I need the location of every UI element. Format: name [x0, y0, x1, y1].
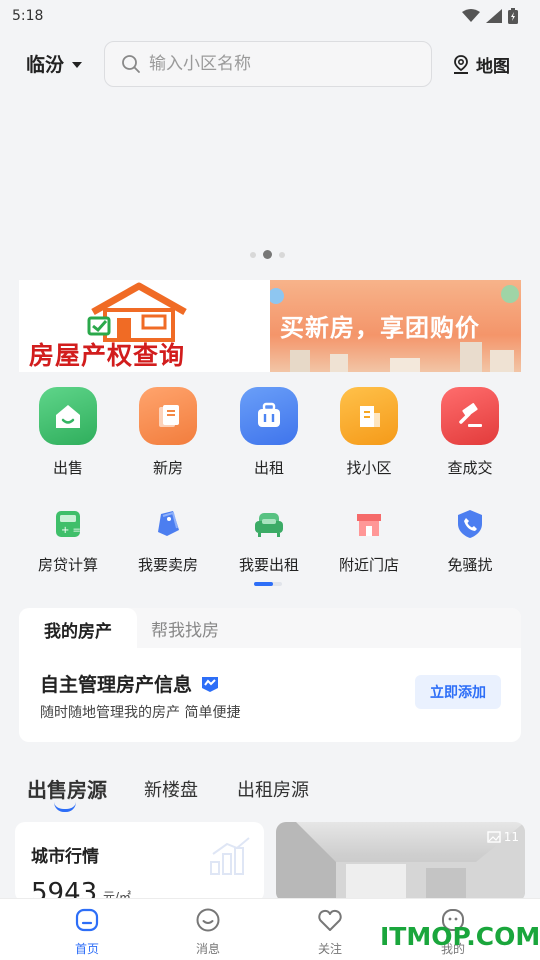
city-label: 临汾: [26, 54, 65, 76]
sofa-icon: [251, 506, 287, 542]
home-icon: [75, 908, 99, 932]
market-title: 城市行情: [31, 847, 99, 867]
house-icon: [39, 387, 97, 445]
listing-tabs: 出售房源 新楼盘 出租房源: [27, 772, 527, 816]
banner-left-title: 房屋产权查询: [29, 341, 186, 370]
action-label: 我要卖房: [137, 556, 198, 574]
nav-label: 消息: [195, 942, 220, 956]
trend-chart-icon: [210, 837, 250, 875]
property-title-row: 自主管理房产信息: [40, 670, 220, 697]
chat-icon: [196, 908, 220, 932]
action-label: 房贷计算: [37, 556, 98, 574]
action-label: 出租: [253, 459, 284, 477]
suitcase-icon: [240, 387, 298, 445]
property-tabs: 我的房产 帮我找房: [19, 608, 521, 650]
action-label: 找小区: [346, 459, 392, 477]
wifi-icon: [462, 9, 480, 22]
carousel-dot: [279, 251, 285, 258]
status-bar: 5:18: [0, 0, 540, 32]
banner-right-title: 买新房，享团购价: [280, 314, 480, 342]
tab-my-property[interactable]: 我的房产: [19, 608, 137, 650]
tab-new-developments[interactable]: 新楼盘: [144, 776, 198, 802]
carousel-dot: [250, 251, 256, 258]
house-illustration: [87, 282, 187, 342]
action-check-deals[interactable]: 查成交: [420, 387, 520, 478]
carousel-dot-active: [263, 250, 272, 259]
document-icon: [139, 387, 197, 445]
action-label: 查成交: [447, 459, 493, 477]
battery-icon: [508, 8, 518, 24]
action-sell[interactable]: 出售: [18, 387, 118, 478]
action-rent[interactable]: 出租: [219, 387, 319, 478]
action-nearby-stores[interactable]: 附近门店: [319, 506, 419, 575]
tab-rental-listings[interactable]: 出租房源: [237, 776, 309, 802]
city-selector[interactable]: 临汾: [26, 50, 83, 77]
scroll-indicator-fill: [254, 582, 273, 586]
photo-count: 11: [487, 830, 519, 844]
tab-sale-listings[interactable]: 出售房源: [27, 774, 107, 803]
action-sell-my-home[interactable]: 我要卖房: [118, 506, 218, 575]
status-icons: [462, 8, 518, 24]
map-pin-icon: [454, 54, 468, 74]
listing-photo-card[interactable]: 11: [276, 822, 525, 902]
search-box[interactable]: [104, 41, 432, 87]
tab-find-home-for-me[interactable]: 帮我找房: [151, 608, 219, 648]
property-subtitle: 随时随地管理我的房产 简单便捷: [40, 705, 241, 721]
heart-icon: [318, 909, 342, 931]
building-icon: [340, 387, 398, 445]
tag-icon: [150, 506, 186, 542]
search-icon: [122, 55, 140, 73]
search-input[interactable]: [149, 54, 409, 74]
action-label: 出售: [52, 459, 83, 477]
action-mortgage-calculator[interactable]: + = 房贷计算: [18, 506, 118, 575]
action-label: 我要出租: [238, 556, 299, 574]
nav-home[interactable]: 首页: [47, 907, 127, 957]
property-query-banner[interactable]: 房屋产权查询: [19, 280, 270, 372]
group-buy-banner[interactable]: 买新房，享团购价: [270, 280, 521, 372]
svg-text:+ =: + =: [61, 525, 81, 536]
nav-label: 关注: [317, 942, 342, 956]
action-label: 新房: [152, 459, 183, 477]
property-title: 自主管理房产信息: [40, 674, 193, 696]
store-icon: [351, 506, 387, 542]
action-no-disturb[interactable]: 免骚扰: [420, 506, 520, 575]
phone-shield-icon: [452, 506, 488, 542]
city-market-card[interactable]: 城市行情 5943 元/㎡: [15, 822, 264, 902]
nav-favorites[interactable]: 关注: [290, 907, 370, 957]
action-rent-my-home[interactable]: 我要出租: [219, 506, 319, 575]
signal-icon: [486, 9, 502, 23]
nav-messages[interactable]: 消息: [168, 907, 248, 957]
action-new-home[interactable]: 新房: [118, 387, 218, 478]
top-bar: 临汾 地图: [0, 38, 540, 90]
gavel-icon: [441, 387, 499, 445]
my-property-card: 我的房产 帮我找房 自主管理房产信息 随时随地管理我的房产 简单便捷 立即添加: [19, 608, 521, 742]
action-find-community[interactable]: 找小区: [319, 387, 419, 478]
add-property-button[interactable]: 立即添加: [415, 675, 501, 709]
caret-down-icon: [72, 61, 83, 68]
calculator-icon: + =: [50, 506, 86, 542]
image-icon: [487, 831, 501, 843]
status-time: 5:18: [12, 8, 44, 24]
map-button[interactable]: 地图: [452, 52, 510, 77]
action-label: 附近门店: [338, 556, 399, 574]
map-label: 地图: [476, 57, 510, 77]
nav-label: 首页: [74, 942, 99, 956]
active-tab-underline: [54, 802, 76, 812]
verified-icon: [202, 676, 219, 692]
actions-scroll-indicator: [254, 582, 282, 586]
carousel-indicator: [250, 250, 285, 259]
action-label: 免骚扰: [447, 556, 493, 574]
watermark: ITMOP.COM: [380, 922, 540, 951]
photo-count-value: 11: [503, 830, 519, 844]
